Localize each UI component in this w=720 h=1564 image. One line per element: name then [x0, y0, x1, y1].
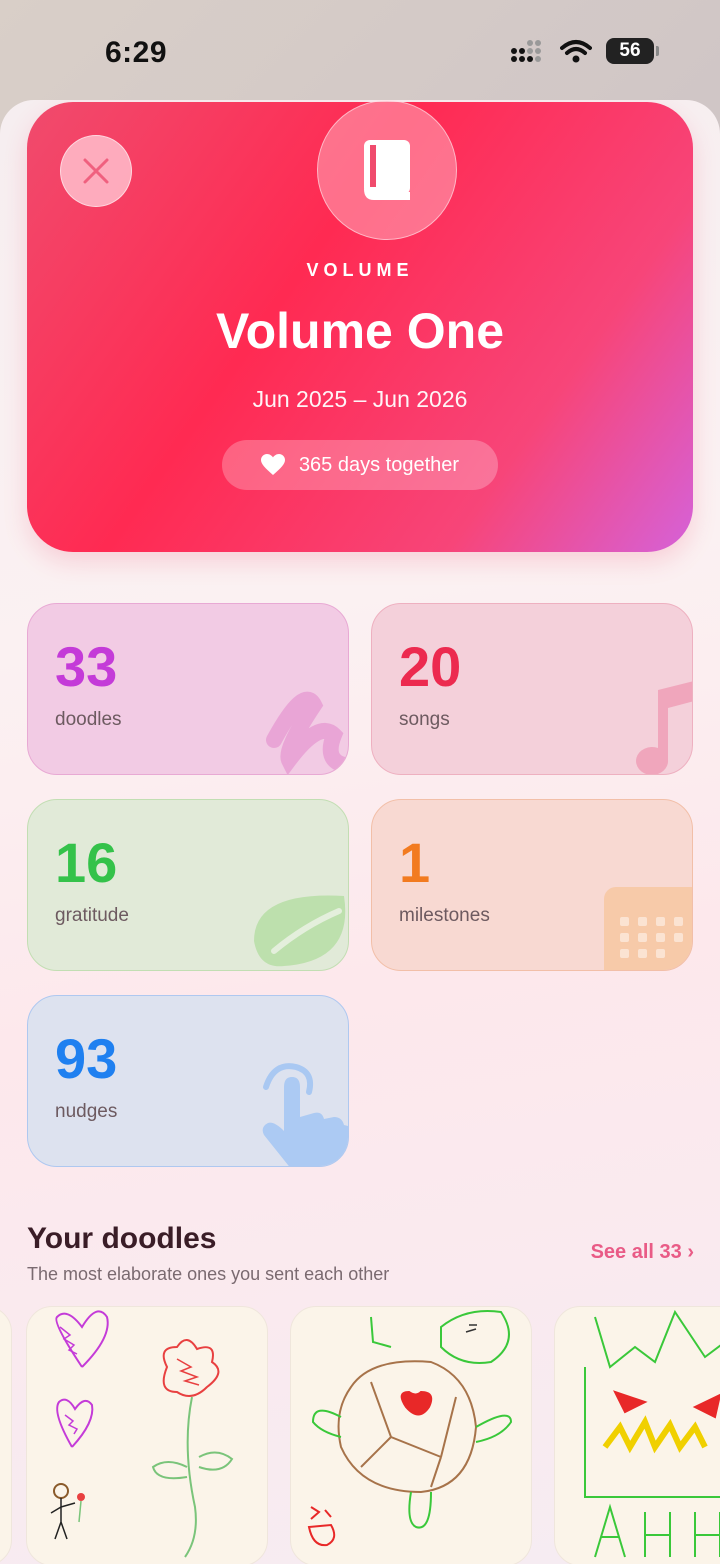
doodle-card[interactable] [26, 1306, 268, 1564]
wifi-icon [560, 40, 592, 63]
hand-tap-icon [262, 1063, 348, 1166]
stat-label: nudges [55, 1101, 118, 1122]
stat-value: 16 [55, 831, 118, 894]
volume-sheet: VOLUME Volume One Jun 2025 – Jun 2026 36… [0, 100, 720, 1564]
music-note-icon [636, 681, 692, 774]
status-bar: 6:29 56 [0, 0, 720, 100]
close-button[interactable] [60, 135, 132, 207]
doodles-section-subtitle: The most elaborate ones you sent each ot… [27, 1264, 390, 1284]
status-time: 6:29 [105, 36, 168, 69]
stat-card-gratitude[interactable]: 16 gratitude [27, 799, 349, 971]
stat-label: doodles [55, 709, 122, 730]
doodles-section-title: Your doodles [27, 1222, 217, 1255]
stat-card-songs[interactable]: 20 songs [371, 603, 693, 775]
see-all-doodles-link[interactable]: See all 33 › [591, 1241, 694, 1264]
volume-title: Volume One [215, 303, 504, 359]
stat-value: 33 [55, 635, 118, 698]
volume-hero-card: VOLUME Volume One Jun 2025 – Jun 2026 36… [27, 100, 693, 552]
close-icon [83, 158, 109, 184]
doodle-card[interactable] [290, 1306, 532, 1564]
signal-icon [511, 40, 541, 62]
volume-badge [317, 100, 457, 240]
doodle-hearts-flower [50, 1310, 234, 1558]
stat-value: 20 [399, 635, 462, 698]
days-together-text: 365 days together [298, 453, 460, 476]
stat-label: songs [399, 709, 450, 730]
hero-label: VOLUME [306, 260, 414, 280]
stat-card-doodles[interactable]: 33 doodles [27, 603, 349, 775]
stat-card-nudges[interactable]: 93 nudges [27, 995, 349, 1167]
battery-indicator: 56 [606, 38, 659, 64]
heart-icon [260, 454, 285, 475]
status-icons: 56 [510, 38, 659, 64]
stat-value: 1 [399, 831, 431, 894]
doodle-turtle [307, 1310, 513, 1547]
doodle-card[interactable] [0, 1306, 12, 1564]
calendar-icon [604, 887, 692, 970]
stat-label: milestones [399, 905, 490, 926]
stat-value: 93 [55, 1027, 118, 1090]
stat-card-milestones[interactable]: 1 milestones [371, 799, 693, 971]
doodles-carousel[interactable] [0, 1306, 720, 1564]
doodle-monster [584, 1309, 720, 1558]
days-together-pill: 365 days together [222, 440, 498, 490]
stat-label: gratitude [55, 905, 129, 926]
leaf-icon [254, 895, 346, 967]
volume-dates: Jun 2025 – Jun 2026 [252, 386, 468, 412]
book-icon [364, 140, 410, 200]
scribble-icon [266, 691, 348, 774]
doodle-card[interactable] [554, 1306, 720, 1564]
